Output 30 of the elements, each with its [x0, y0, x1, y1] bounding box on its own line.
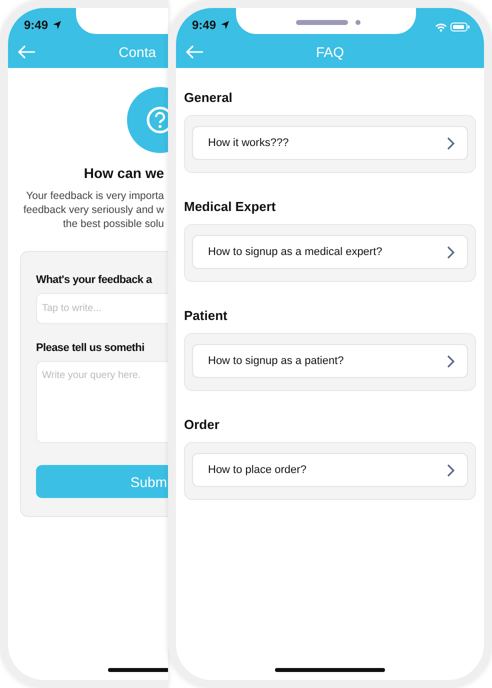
faq-question[interactable]: How to place order? [192, 453, 468, 487]
location-arrow-icon [52, 20, 62, 30]
chevron-right-icon [447, 246, 455, 258]
field-label: Please tell us somethi [36, 342, 146, 354]
query-text-area[interactable]: Write your query here. [36, 361, 168, 444]
faq-question[interactable]: How to signup as a medical expert? [192, 235, 468, 269]
section-heading: Medical Expert [184, 199, 277, 214]
help-heading: How can we [84, 165, 164, 181]
feedback-input[interactable]: Tap to write... [36, 293, 168, 324]
section-heading: Patient [184, 308, 228, 323]
chevron-right-icon [447, 136, 455, 150]
description-text: Your feedback is very importa feedback very seriously and w the best possible solu [23, 189, 164, 231]
back-arrow-icon [186, 45, 204, 59]
faq-question[interactable]: How to signup as a patient? [192, 344, 468, 378]
status-time: 9:49 [192, 18, 216, 32]
faq-question[interactable]: How it works??? [192, 126, 468, 160]
screen-title: FAQ [316, 44, 344, 60]
section-heading: General [184, 90, 234, 105]
field-label: What's your feedback a [36, 274, 154, 286]
screen-title: Conta [118, 44, 156, 60]
location-arrow-icon [220, 20, 230, 30]
notch-speaker-icon [296, 20, 362, 26]
chevron-right-icon [447, 354, 455, 368]
back-button[interactable] [18, 45, 36, 59]
status-time: 9:49 [24, 18, 48, 32]
back-button[interactable] [186, 45, 204, 59]
section-heading: Order [184, 417, 220, 432]
back-arrow-icon [18, 45, 36, 59]
chevron-right-icon [447, 464, 455, 476]
home-indicator [108, 668, 168, 672]
